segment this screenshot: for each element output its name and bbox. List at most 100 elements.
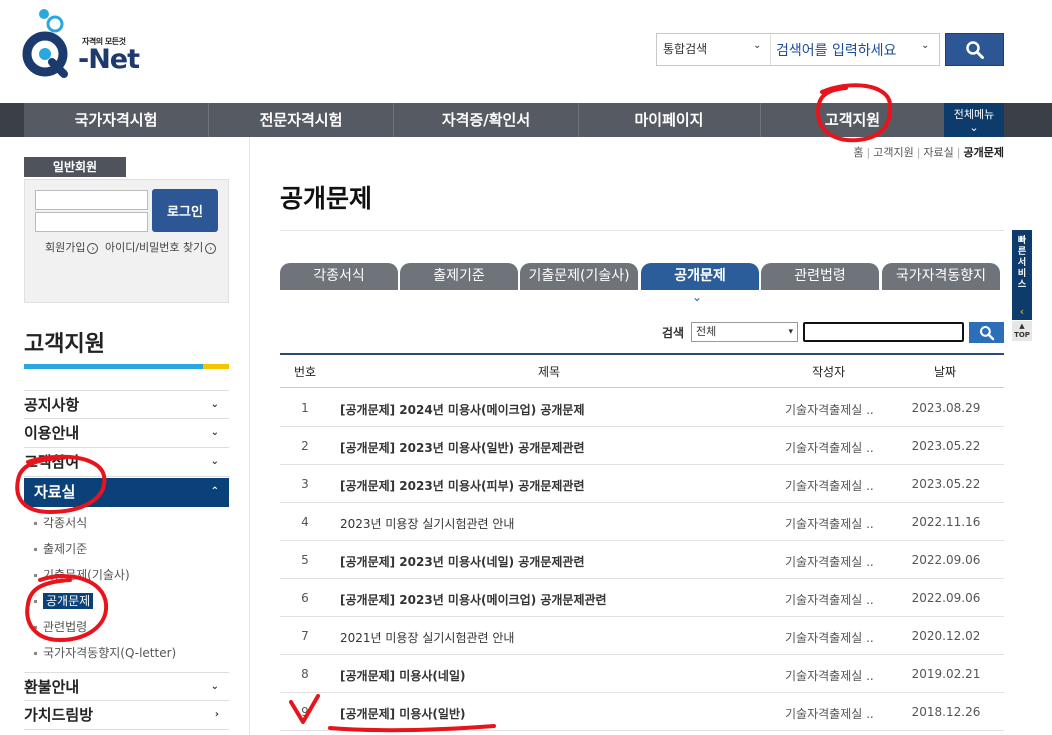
search-type-select[interactable]: 통합검색 [663, 40, 707, 57]
side-item-refund[interactable]: 환불안내 ⌄ [24, 672, 229, 701]
chevron-down-icon: ⌄ [921, 40, 930, 51]
page-title: 공개문제 [280, 184, 373, 213]
table-row[interactable]: 8 [공개문제] 미용사(네일) 기술자격출제실 .. 2019.02.21 [280, 655, 1004, 693]
chevron-down-icon: ⌄ [210, 456, 219, 467]
col-title: 제목 [538, 365, 561, 379]
all-menu-button[interactable]: 전체메뉴 ⌄ [944, 103, 1004, 137]
row-title[interactable]: [공개문제] 2024년 미용사(메이크업) 공개문제 [340, 401, 585, 418]
row-title[interactable]: [공개문제] 2023년 미용사(일반) 공개문제관련 [340, 439, 585, 456]
chevron-down-icon: ⌄ [753, 40, 762, 51]
row-date: 2022.09.06 [911, 591, 981, 605]
row-date: 2018.12.26 [911, 705, 981, 719]
table-row[interactable]: 6 [공개문제] 2023년 미용사(메이크업) 공개문제관련 기술자격출제실 … [280, 579, 1004, 617]
chevron-down-icon: ⌄ [210, 427, 219, 438]
row-author: 기술자격출제실 .. [785, 631, 874, 645]
tab-forms[interactable]: 각종서식 [280, 263, 398, 290]
row-title[interactable]: 2021년 미용장 실기시험관련 안내 [340, 629, 514, 646]
breadcrumb-archive[interactable]: 자료실 [923, 146, 953, 159]
search-button[interactable] [945, 33, 1004, 66]
table-row[interactable]: 7 2021년 미용장 실기시험관련 안내 기술자격출제실 .. 2020.12… [280, 617, 1004, 655]
row-title[interactable]: [공개문제] 미용사(네일) [340, 667, 465, 684]
search-input[interactable]: 검색어를 입력하세요 [776, 40, 896, 60]
gnb-customer-support[interactable]: 고객지원 [761, 103, 944, 137]
side-item-archive[interactable]: 자료실 ⌃ [24, 478, 229, 507]
chevron-down-icon: ▾ [788, 327, 793, 337]
join-link[interactable]: 회원가입 [45, 241, 85, 254]
id-field[interactable] [35, 190, 148, 210]
unified-search: 통합검색 ⌄ 검색어를 입력하세요 ⌄ [656, 33, 940, 66]
breadcrumb-current: 공개문제 [963, 146, 1004, 159]
chevron-down-icon: ⌄ [210, 399, 219, 410]
search-icon [979, 325, 994, 340]
row-title[interactable]: [공개문제] 2023년 미용사(네일) 공개문제관련 [340, 553, 585, 570]
row-title[interactable]: [공개문제] 미용사(일반) [340, 705, 465, 722]
chevron-right-icon: › [87, 242, 99, 254]
side-item-participation[interactable]: 고객참여 ⌄ [24, 448, 229, 477]
table-row[interactable]: 1 [공개문제] 2024년 미용사(메이크업) 공개문제 기술자격출제실 ..… [280, 389, 1004, 427]
side-sub-q-letter[interactable]: 국가자격동향지(Q-letter) [34, 644, 176, 661]
chevron-up-icon: ⌃ [210, 486, 219, 497]
side-item-notice[interactable]: 공지사항 ⌄ [24, 390, 229, 419]
row-date: 2022.09.06 [911, 553, 981, 567]
logo-text: -Net [78, 44, 140, 75]
col-number: 번호 [293, 365, 317, 379]
row-number: 6 [301, 591, 309, 605]
password-field[interactable] [35, 212, 148, 232]
member-type-tab[interactable]: 일반회원 [24, 157, 126, 177]
row-author: 기술자격출제실 .. [785, 403, 874, 417]
logo-q-icon [22, 9, 68, 78]
side-item-label: 자료실 [34, 483, 76, 501]
gnb-certificate[interactable]: 자격증/확인서 [394, 103, 578, 137]
row-title[interactable]: 2023년 미용장 실기시험관련 안내 [340, 515, 514, 532]
row-number: 3 [301, 477, 309, 491]
board-search-button[interactable] [969, 322, 1004, 343]
search-scope-select[interactable]: 전체 ▾ [691, 322, 798, 342]
side-sub-open-questions[interactable]: 공개문제 [34, 592, 94, 609]
row-date: 2023.05.22 [911, 477, 981, 491]
board-search-input[interactable] [803, 322, 964, 342]
chevron-down-icon: ⌄ [210, 681, 219, 692]
gnb-national-exam[interactable]: 국가자격시험 [24, 103, 208, 137]
row-author: 기술자격출제실 .. [785, 517, 874, 531]
tab-open-questions[interactable]: 공개문제 [641, 263, 759, 290]
tab-past-exams[interactable]: 기출문제(기술사) [520, 263, 638, 290]
search-divider [770, 34, 771, 65]
table-row[interactable]: 5 [공개문제] 2023년 미용사(네일) 공개문제관련 기술자격출제실 ..… [280, 541, 1004, 579]
breadcrumb-customer-support[interactable]: 고객지원 [873, 146, 913, 159]
scroll-top-button[interactable]: ▲ TOP [1012, 321, 1032, 341]
login-button[interactable]: 로그인 [152, 189, 218, 232]
side-sub-label: 각종서식 [43, 516, 88, 530]
table-row[interactable]: 2 [공개문제] 2023년 미용사(일반) 공개문제관련 기술자격출제실 ..… [280, 427, 1004, 465]
table-row[interactable]: 3 [공개문제] 2023년 미용사(피부) 공개문제관련 기술자격출제실 ..… [280, 465, 1004, 503]
row-date: 2023.08.29 [911, 401, 981, 415]
tab-trend-letter[interactable]: 국가자격동향지 [882, 263, 1000, 290]
title-divider [280, 230, 1004, 231]
table-row[interactable]: 4 2023년 미용장 실기시험관련 안내 기술자격출제실 .. 2022.11… [280, 503, 1004, 541]
gnb-mypage[interactable]: 마이페이지 [579, 103, 759, 137]
side-sub-label: 관련법령 [43, 620, 88, 634]
row-title[interactable]: [공개문제] 2023년 미용사(피부) 공개문제관련 [340, 477, 585, 494]
side-sub-label: 기출문제(기술사) [43, 568, 130, 582]
side-item-guide[interactable]: 이용안내 ⌄ [24, 419, 229, 448]
row-number: 5 [301, 553, 309, 567]
gnb-professional-exam[interactable]: 전문자격시험 [209, 103, 393, 137]
qnet-logo[interactable]: 자격의 모든것 -Net [22, 6, 142, 82]
row-date: 2022.11.16 [911, 515, 981, 529]
find-account-link[interactable]: 아이디/비밀번호 찾기 [105, 241, 203, 254]
side-item-label: 이용안내 [24, 424, 80, 442]
side-sub-standards[interactable]: 출제기준 [34, 540, 87, 557]
row-title[interactable]: [공개문제] 2023년 미용사(메이크업) 공개문제관련 [340, 591, 607, 608]
side-sub-forms[interactable]: 각종서식 [34, 514, 87, 531]
login-box: 로그인 회원가입 › 아이디/비밀번호 찾기 › [24, 179, 229, 303]
tab-laws[interactable]: 관련법령 [761, 263, 879, 290]
table-row[interactable]: 9 [공개문제] 미용사(일반) 기술자격출제실 .. 2018.12.26 [280, 693, 1004, 731]
tab-standards[interactable]: 출제기준 [400, 263, 518, 290]
side-sub-past-exams[interactable]: 기출문제(기술사) [34, 566, 130, 583]
chevron-left-icon[interactable]: ‹ [1012, 304, 1032, 320]
search-scope-value: 전체 [696, 325, 717, 338]
row-author: 기술자격출제실 .. [785, 593, 874, 607]
side-sub-laws[interactable]: 관련법령 [34, 618, 87, 635]
row-number: 1 [301, 401, 309, 415]
breadcrumb-home[interactable]: 홈 [853, 146, 863, 159]
side-item-value-room[interactable]: 가치드림방 › [24, 701, 229, 730]
